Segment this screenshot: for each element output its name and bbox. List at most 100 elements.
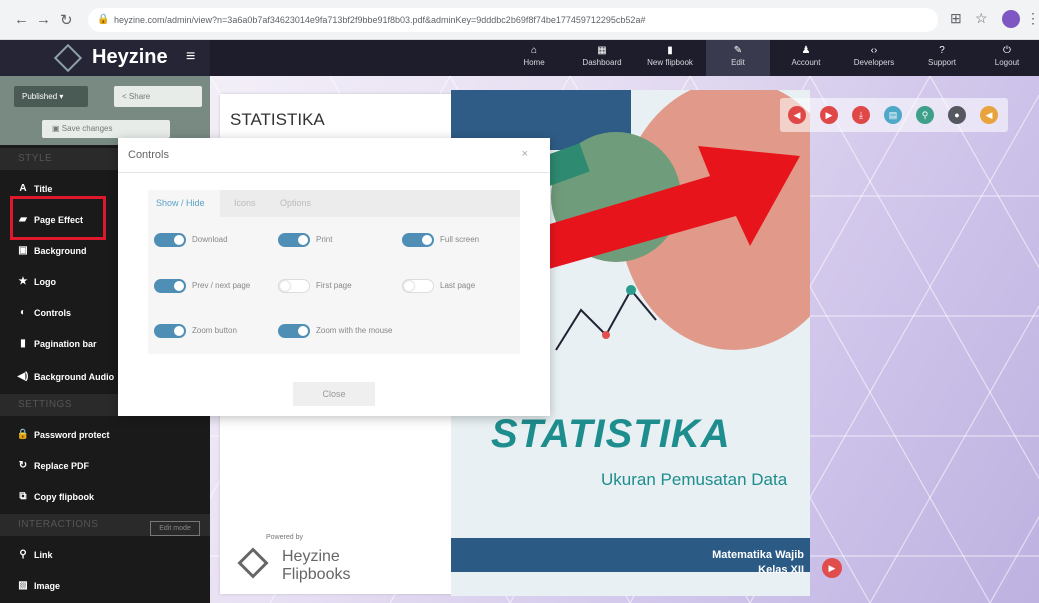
address-bar[interactable]: 🔒 heyzine.com/admin/view?n=3a6a0b7af3462… (88, 8, 938, 32)
sidebar-item-label: Logo (34, 277, 56, 287)
profile-icon[interactable] (1002, 10, 1020, 28)
flipbook-control-bar: ◀ ▶ ⤓ ▤ ⚲ ● ◀ (780, 98, 1008, 132)
option-label: Zoom with the mouse (316, 326, 393, 335)
link-icon: ⚲ (19, 549, 27, 560)
next-icon[interactable]: ▶ (820, 106, 838, 124)
option-label: Print (316, 235, 333, 244)
nav-label: Account (791, 58, 821, 67)
zoom-icon[interactable]: ⚲ (916, 106, 934, 124)
tab-icons[interactable]: Icons (234, 198, 256, 208)
heyzine-logo-icon (53, 43, 83, 73)
option-label: Zoom button (192, 326, 237, 335)
toggle-zoom-with-mouse[interactable] (278, 324, 310, 338)
nav-label: New flipbook (647, 58, 693, 67)
nav-edit[interactable]: ✎ Edit (706, 40, 770, 76)
hamburger-icon[interactable]: ≡ (186, 48, 195, 66)
cover-footer: Matematika Wajib Kelas XII (712, 549, 804, 576)
sidebar-item-label: Background Audio (34, 372, 115, 382)
nav-new-flipbook[interactable]: ▮ New flipbook (638, 40, 702, 76)
sound-icon[interactable]: ◀ (980, 106, 998, 124)
sidebar-item-replace-pdf[interactable]: ↻ Replace PDF (0, 453, 210, 479)
red-arrow-annotation (510, 146, 800, 276)
print-icon[interactable]: ▤ (884, 106, 902, 124)
controls-panel: Show / Hide Icons Options Download Print… (148, 190, 520, 354)
nav-home[interactable]: ⌂ Home (502, 40, 566, 76)
highlight-box (10, 196, 106, 240)
save-label: Save changes (61, 124, 113, 133)
option-label: First page (316, 281, 352, 290)
sidebar-item-label: Replace PDF (34, 461, 90, 471)
tab-show-hide[interactable]: Show / Hide (156, 198, 205, 208)
pencil-icon: ✎ (733, 45, 743, 56)
option-label: Prev / next page (192, 281, 251, 290)
sidebar-item-label: Image (34, 581, 61, 591)
url-text: heyzine.com/admin/view?n=3a6a0b7af346230… (114, 15, 646, 25)
sidebar-item-image[interactable]: ▨ Image (0, 573, 210, 599)
nav-logout[interactable]: ⏻ Logout (975, 40, 1039, 76)
sidebar-item-label: Copy flipbook (34, 492, 94, 502)
nav-label: Logout (994, 58, 1020, 67)
toggle-full-screen[interactable] (402, 233, 434, 247)
lock-icon: 🔒 (16, 429, 30, 440)
close-icon[interactable]: × (522, 148, 528, 160)
tab-options[interactable]: Options (280, 198, 311, 208)
option-label: Last page (440, 281, 476, 290)
option-label: Download (192, 235, 228, 244)
home-icon: ⌂ (530, 45, 538, 56)
download-icon[interactable]: ⤓ (852, 106, 870, 124)
share-icon: < (122, 92, 129, 101)
user-icon: ♟ (801, 45, 811, 56)
cover-title: STATISTIKA (491, 412, 731, 456)
toggle-last-page[interactable] (402, 279, 434, 293)
modal-divider (118, 172, 550, 173)
powered-by-brand: Heyzine Flipbooks (282, 548, 351, 583)
toggle-icon: ◐ (19, 307, 27, 318)
heyzine-mark-icon (237, 547, 269, 579)
nav-dashboard[interactable]: ▦ Dashboard (570, 40, 634, 76)
fullscreen-icon[interactable]: ● (948, 106, 966, 124)
next-page-icon[interactable]: ▶ (822, 558, 842, 578)
star-icon[interactable]: ☆ (975, 10, 988, 27)
back-icon[interactable]: ← (14, 11, 29, 28)
option-label: Full screen (440, 235, 480, 244)
nav-account[interactable]: ♟ Account (774, 40, 838, 76)
toggle-zoom-button[interactable] (154, 324, 186, 338)
toggle-download[interactable] (154, 233, 186, 247)
edit-mode-button[interactable]: Edit mode (150, 521, 200, 536)
brand-name: Heyzine (92, 46, 168, 68)
nav-label: Edit (731, 58, 745, 67)
toggle-prev-next-page[interactable] (154, 279, 186, 293)
sidebar-item-label: Controls (34, 308, 71, 318)
sidebar-item-label: Title (34, 184, 53, 194)
modal-tabs: Show / Hide Icons Options (148, 190, 520, 217)
published-dropdown[interactable]: Published ▾ (14, 86, 88, 107)
forward-icon[interactable]: → (36, 11, 51, 28)
brand-bar: Heyzine ≡ (0, 40, 210, 76)
sidebar-actions: Published ▾ < Share ▣ Save changes (0, 76, 210, 145)
kebab-icon[interactable]: ⋮ (1026, 10, 1039, 27)
nav-label: Home (523, 58, 545, 67)
translate-icon[interactable]: ⊞ (950, 10, 962, 27)
sidebar-item-copy-flipbook[interactable]: ⧉ Copy flipbook (0, 484, 210, 510)
sidebar-item-password-protect[interactable]: 🔒 Password protect (0, 422, 210, 448)
toggle-first-page[interactable] (278, 279, 310, 293)
new-flipbook-icon: ▮ (667, 45, 673, 56)
controls-modal: Controls × Show / Hide Icons Options Dow… (118, 138, 550, 416)
nav-developers[interactable]: ‹› Developers (842, 40, 906, 76)
share-button[interactable]: < Share (114, 86, 202, 107)
close-button[interactable]: Close (293, 382, 375, 406)
prev-icon[interactable]: ◀ (788, 106, 806, 124)
bookmark-icon: ▮ (20, 338, 26, 349)
browser-chrome: ← → ↻ 🔒 heyzine.com/admin/view?n=3a6a0b7… (0, 0, 1039, 40)
toggle-print[interactable] (278, 233, 310, 247)
sidebar-item-label: Password protect (34, 430, 110, 440)
modal-title: Controls (128, 149, 169, 161)
reload-icon[interactable]: ↻ (60, 11, 73, 29)
code-icon: ‹› (870, 45, 878, 56)
sidebar-item-link[interactable]: ⚲ Link (0, 542, 210, 568)
save-changes-button[interactable]: ▣ Save changes (42, 120, 170, 138)
question-icon: ? (939, 45, 945, 56)
nav-support[interactable]: ? Support (910, 40, 974, 76)
cover-subtitle: Ukuran Pemusatan Data (601, 470, 788, 489)
nav-label: Dashboard (582, 58, 622, 67)
